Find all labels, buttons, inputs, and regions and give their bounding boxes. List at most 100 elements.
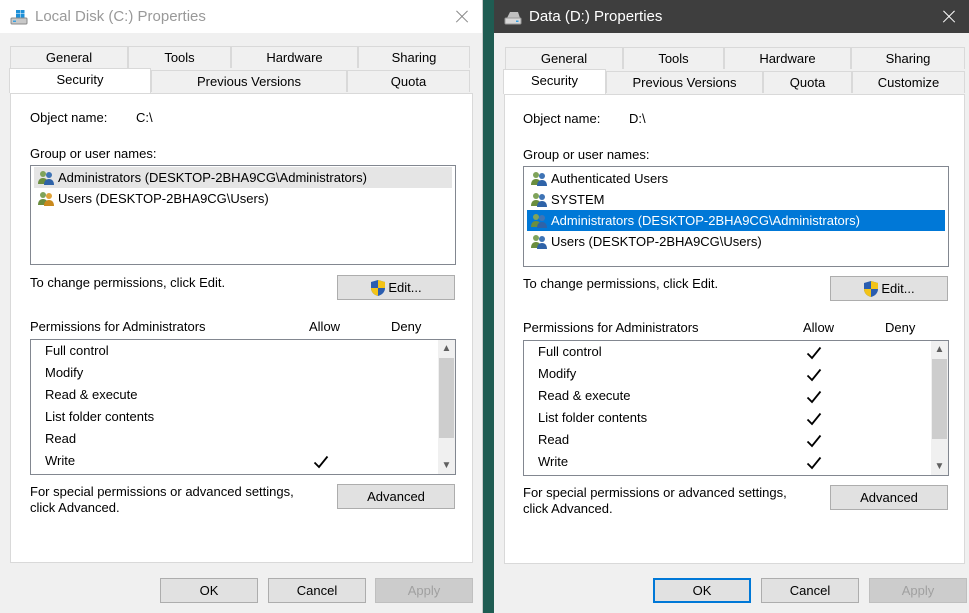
user-name: Users (DESKTOP-2BHA9CG\Users) [551,234,762,249]
deny-column-header: Deny [391,319,422,334]
special-permissions-hint: For special permissions or advanced sett… [523,485,787,500]
allow-checkmark-icon [806,390,822,404]
change-permissions-hint: To change permissions, click Edit. [523,276,719,291]
apply-button[interactable]: Apply [869,578,967,603]
allow-checkmark-icon [806,346,822,360]
user-list-item[interactable]: Users (DESKTOP-2BHA9CG\Users) [34,188,269,209]
allow-checkmark-icon [806,434,822,448]
tab-previous-versions[interactable]: Previous Versions [606,71,763,93]
object-name-value: C:\ [136,110,153,125]
permission-name: Read & execute [45,387,138,402]
ok-button[interactable]: OK [160,578,258,603]
user-list[interactable]: Administrators (DESKTOP-2BHA9CG\Administ… [30,165,456,265]
tab-general[interactable]: General [10,46,128,68]
permission-name: Modify [538,366,577,381]
permissions-label: Permissions for Administrators [523,320,699,335]
cancel-button[interactable]: Cancel [761,578,859,603]
drive-icon [504,12,522,25]
special-permissions-hint: For special permissions or advanced sett… [30,484,294,499]
tab-quota[interactable]: Quota [763,71,852,93]
special-permissions-hint-2: click Advanced. [30,500,120,515]
change-permissions-hint: To change permissions, click Edit. [30,275,226,290]
scrollbar-thumb[interactable] [439,358,454,438]
edit-button[interactable]: Edit... [830,276,948,301]
vertical-scrollbar[interactable]: ▲ ▼ [438,340,455,474]
permission-name: Write [45,453,76,468]
tab-customize[interactable]: Customize [852,71,965,93]
permission-name: Read & execute [538,388,631,403]
user-group-icon [38,171,54,185]
permissions-list[interactable]: Full control Modify Read & execute List fol… [30,339,456,475]
object-name-label: Object name: [30,110,108,125]
tab-general[interactable]: General [505,47,623,69]
scrollbar-thumb[interactable] [932,359,947,439]
tab-previous-versions[interactable]: Previous Versions [151,70,347,92]
user-group-icon [531,214,547,228]
permission-name: Read [538,432,570,447]
user-name: Administrators (DESKTOP-2BHA9CG\Administ… [58,170,367,185]
window-title: Data (D:) Properties [529,8,663,25]
permissions-list[interactable]: Full control Modify Read & execute List fol… [523,340,949,476]
group-users-label: Group or user names: [30,146,157,161]
permission-name: Full control [538,344,602,359]
user-list-item[interactable]: Users (DESKTOP-2BHA9CG\Users) [527,231,762,252]
allow-column-header: Allow [309,319,341,334]
user-name: Authenticated Users [551,171,669,186]
allow-checkmark-icon [806,412,822,426]
tab-hardware[interactable]: Hardware [231,46,358,68]
object-name-value: D:\ [629,111,646,126]
scroll-down-arrow-icon[interactable]: ▼ [438,457,455,474]
tab-quota[interactable]: Quota [347,70,470,92]
tab-security[interactable]: Security [503,69,606,94]
scroll-up-arrow-icon[interactable]: ▲ [438,340,455,357]
user-group-icon [531,235,547,249]
permissions-label: Permissions for Administrators [30,319,206,334]
user-group-icon [531,193,547,207]
user-group-icon [38,192,54,206]
security-tab-page: Object name: D:\ Group or user names: Au… [504,94,965,564]
user-list-item[interactable]: Authenticated Users [527,168,668,189]
user-name: Users (DESKTOP-2BHA9CG\Users) [58,191,269,206]
advanced-button[interactable]: Advanced [830,485,948,510]
scroll-up-arrow-icon[interactable]: ▲ [931,341,948,358]
deny-column-header: Deny [885,320,916,335]
title-bar[interactable]: Data (D:) Properties [494,0,969,33]
tab-sharing[interactable]: Sharing [358,46,470,68]
permission-name: Full control [45,343,109,358]
user-group-icon [531,172,547,186]
ok-button[interactable]: OK [653,578,751,603]
window-title: Local Disk (C:) Properties [35,8,206,25]
user-list-item[interactable]: Administrators (DESKTOP-2BHA9CG\Administ… [34,167,452,188]
tab-sharing[interactable]: Sharing [851,47,965,69]
permission-name: Write [538,454,569,469]
tab-security[interactable]: Security [9,68,151,93]
apply-button[interactable]: Apply [375,578,473,603]
uac-shield-icon [864,280,879,297]
title-bar[interactable]: Local Disk (C:) Properties [0,0,482,33]
permission-name: Modify [45,365,84,380]
user-list[interactable]: Authenticated Users SYSTEM Administrators … [523,166,949,267]
vertical-scrollbar[interactable]: ▲ ▼ [931,341,948,475]
permission-name: Read [45,431,77,446]
properties-window-c: Local Disk (C:) Properties General Tools… [0,0,483,613]
tab-tools[interactable]: Tools [128,46,231,68]
cancel-button[interactable]: Cancel [268,578,366,603]
edit-button[interactable]: Edit... [337,275,455,300]
allow-checkmark-icon [806,456,822,470]
user-list-item[interactable]: Administrators (DESKTOP-2BHA9CG\Administ… [527,210,945,231]
uac-shield-icon [371,279,386,296]
allow-checkmark-icon [313,455,329,469]
user-list-item[interactable]: SYSTEM [527,189,604,210]
user-name: SYSTEM [551,192,605,207]
tab-hardware[interactable]: Hardware [724,47,851,69]
scroll-down-arrow-icon[interactable]: ▼ [931,458,948,475]
group-users-label: Group or user names: [523,147,650,162]
properties-window-d: Data (D:) Properties General Tools Hardw… [494,0,969,613]
close-icon[interactable] [937,5,961,29]
security-tab-page: Object name: C:\ Group or user names: Ad… [10,93,473,563]
tab-tools[interactable]: Tools [623,47,724,69]
object-name-label: Object name: [523,111,601,126]
advanced-button[interactable]: Advanced [337,484,455,509]
close-icon[interactable] [450,5,474,29]
user-name: Administrators (DESKTOP-2BHA9CG\Administ… [551,213,860,228]
